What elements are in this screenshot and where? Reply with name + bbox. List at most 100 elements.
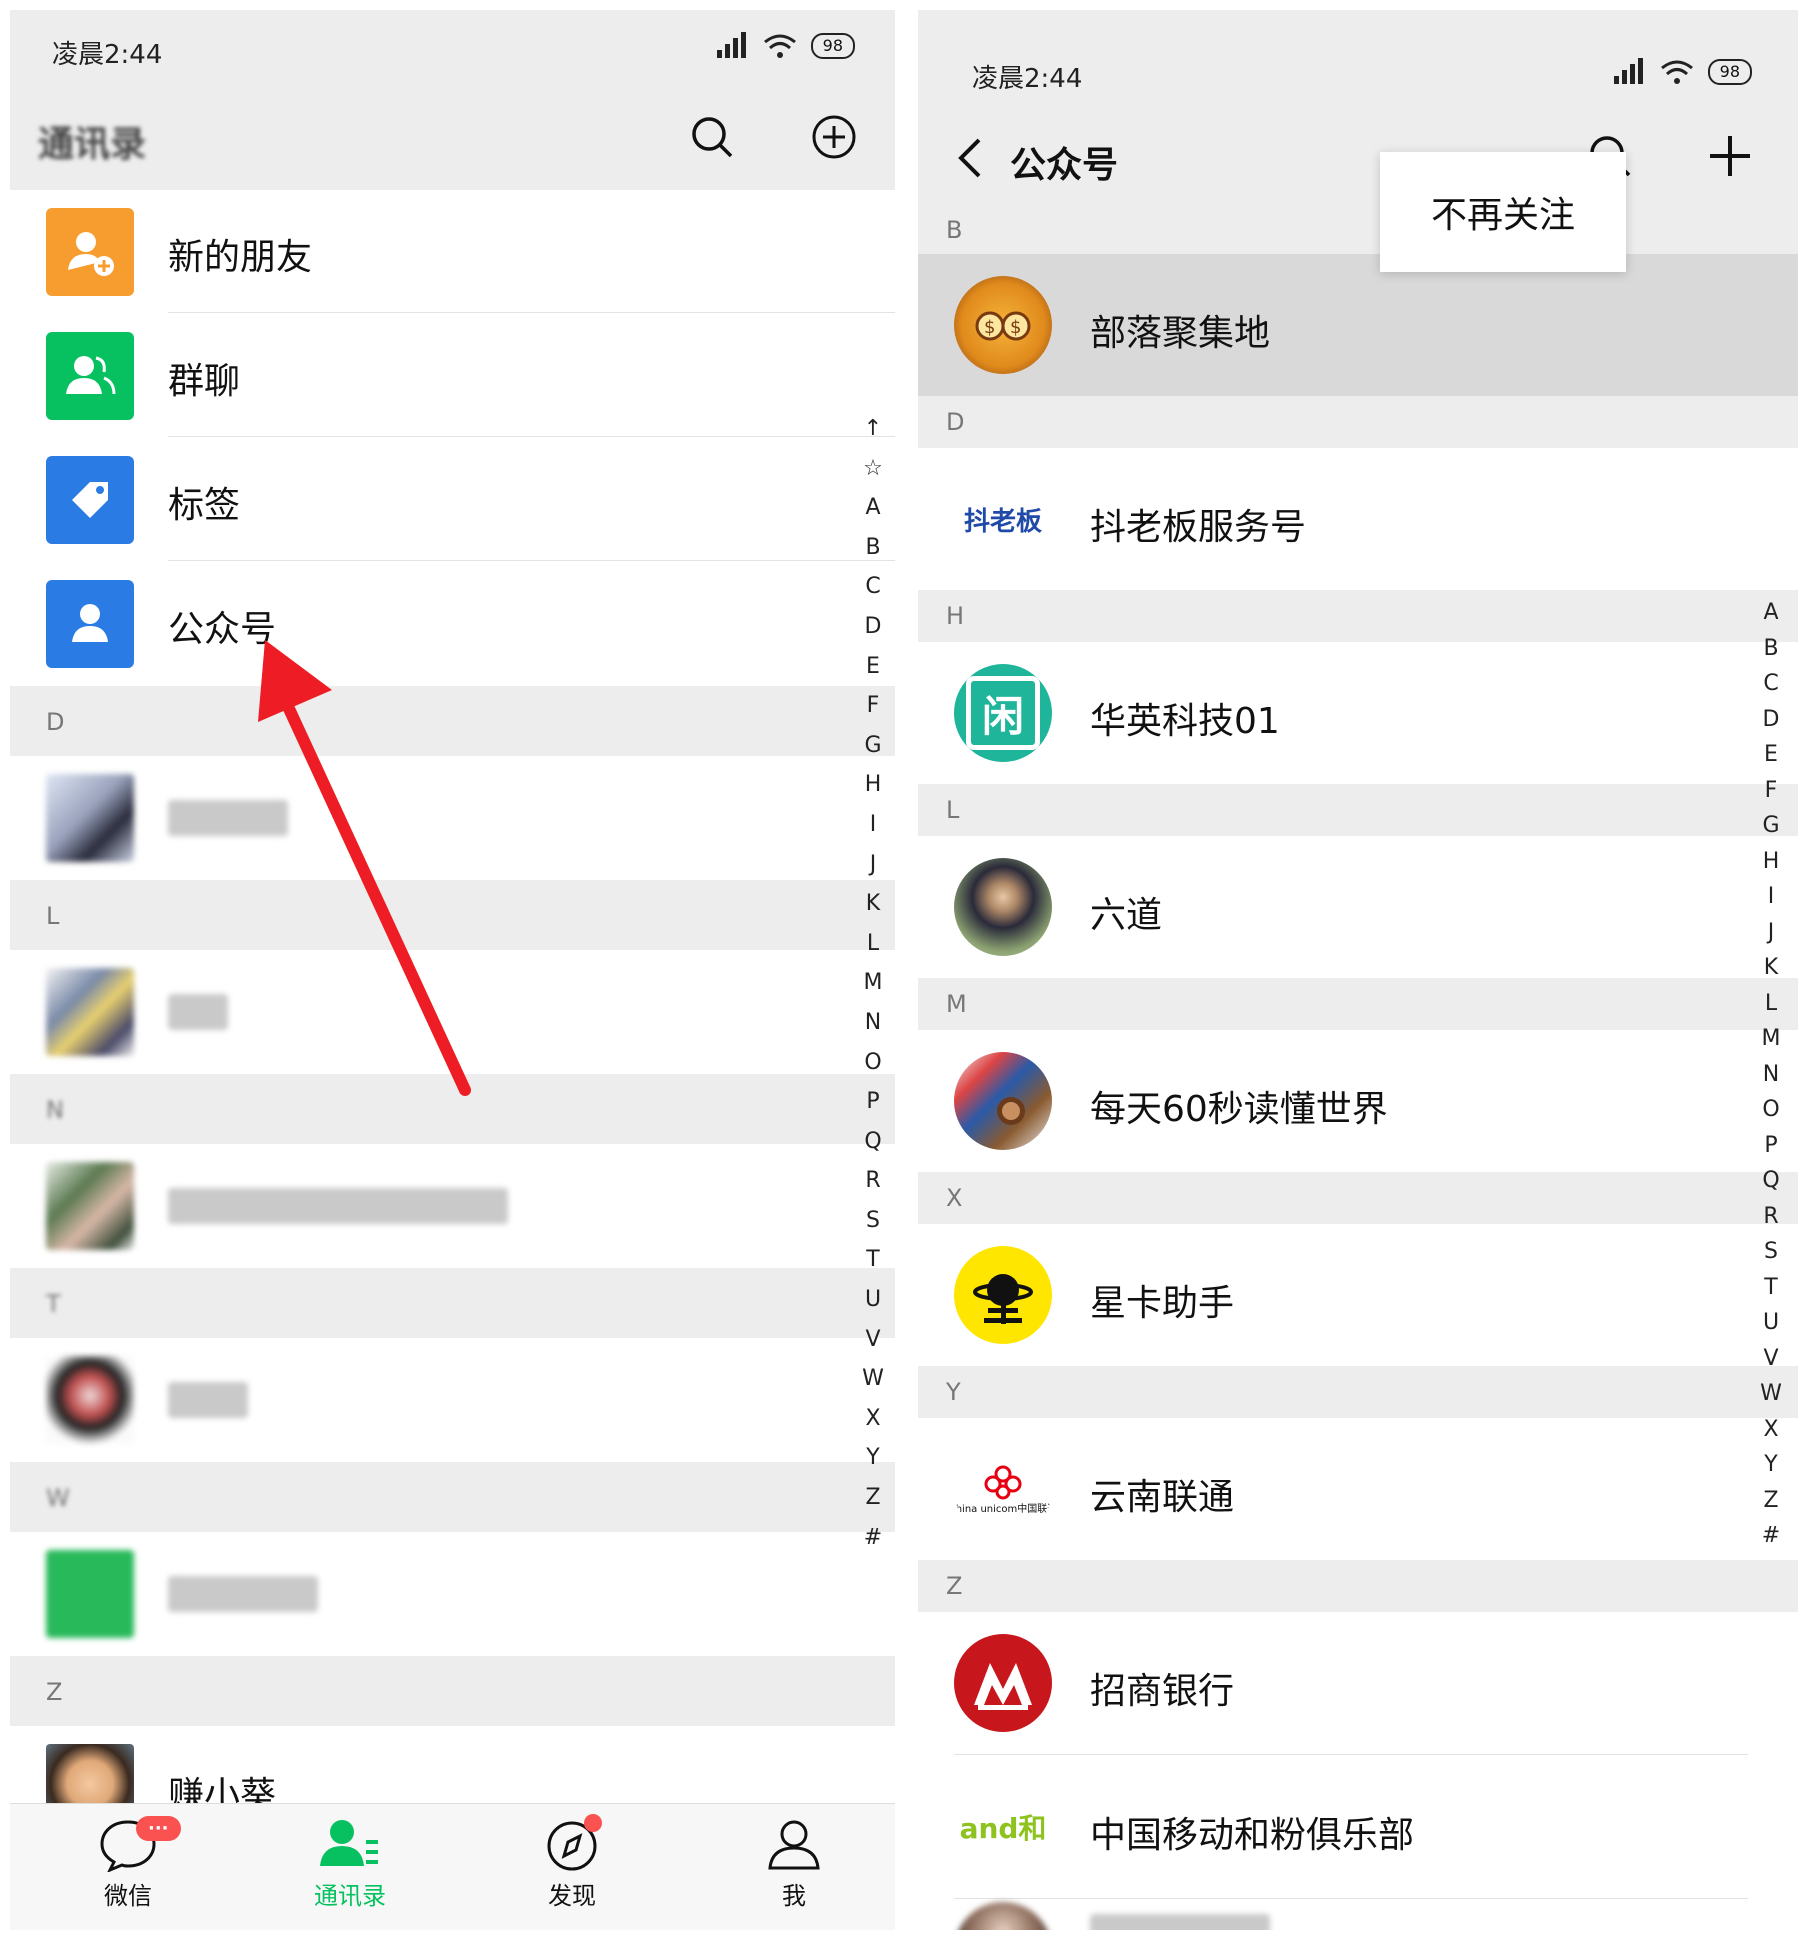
unfollow-menu-item[interactable]: 不再关注 [1380, 152, 1626, 272]
account-avatar: 闲 [954, 664, 1052, 762]
status-bar: 凌晨2:44 98 [918, 10, 1798, 110]
section-label: M [946, 990, 967, 1018]
avatar [46, 1356, 134, 1444]
index-letter[interactable]: V [1763, 1346, 1778, 1382]
index-letter[interactable]: U [865, 1287, 881, 1327]
account-name: 部落聚集地 [1090, 313, 1271, 354]
unicom-knot-icon [984, 1465, 1022, 1499]
index-letter[interactable]: Y [1764, 1452, 1777, 1488]
index-letter[interactable]: P [1764, 1133, 1777, 1169]
official-accounts-screen: 凌晨2:44 98 公众号 B $ $ 部落聚集地 D 抖老板 抖老板服务号 H… [918, 10, 1798, 1930]
section-header-h: H [918, 590, 1798, 642]
wifi-icon [1660, 60, 1693, 84]
account-avatar [954, 1052, 1052, 1150]
account-row[interactable]: China unicom中国联通 云南联通 [918, 1418, 1798, 1560]
index-letter[interactable]: T [1764, 1275, 1777, 1311]
divider [954, 1898, 1748, 1899]
account-avatar: and和 [954, 1778, 1052, 1876]
index-letter[interactable]: Z [865, 1485, 880, 1525]
account-avatar [954, 858, 1052, 956]
svg-text:$: $ [1010, 317, 1021, 338]
account-row[interactable] [918, 1900, 1798, 1930]
index-letter[interactable]: S [1764, 1239, 1778, 1275]
bank-logo-icon [974, 1663, 1032, 1710]
account-logo-text: China unicom中国联通 [954, 1503, 1052, 1515]
account-row[interactable]: and和 中国移动和粉俱乐部 [918, 1756, 1798, 1898]
add-icon[interactable] [1706, 132, 1754, 180]
index-letter[interactable]: Z [1763, 1488, 1778, 1524]
index-letter[interactable]: F [1765, 778, 1778, 814]
section-header-l: L [918, 784, 1798, 836]
account-row[interactable]: 星卡助手 [918, 1224, 1798, 1366]
index-letter[interactable]: N [1763, 1062, 1779, 1098]
section-label: T [46, 1290, 61, 1318]
account-row[interactable]: 六道 [918, 836, 1798, 978]
index-letter[interactable]: V [865, 1327, 880, 1367]
tab-label: 我 [782, 1882, 806, 1910]
alphabet-index[interactable]: A B C D E F G H I J K L M N O P Q R S T … [1756, 600, 1786, 1559]
index-letter[interactable]: D [1763, 707, 1780, 743]
index-letter[interactable]: Y [866, 1445, 879, 1485]
section-label: Z [946, 1572, 963, 1600]
tab-label: 发现 [548, 1882, 596, 1910]
contact-row[interactable] [10, 1532, 895, 1656]
index-letter[interactable]: G [1762, 813, 1779, 849]
person-icon [768, 1820, 820, 1870]
index-letter[interactable]: L [1765, 991, 1777, 1027]
section-header-z: Z [10, 1656, 895, 1726]
account-name: 抖老板服务号 [1090, 507, 1307, 548]
account-avatar [954, 1634, 1052, 1732]
index-letter[interactable]: E [1764, 742, 1778, 778]
tab-label: 通讯录 [314, 1882, 386, 1910]
tab-bar: 微信 ··· 通讯录 发现 我 [10, 1803, 895, 1930]
section-label: X [946, 1184, 963, 1212]
account-row-selected[interactable]: $ $ 部落聚集地 [918, 254, 1798, 396]
tab-me[interactable]: 我 [724, 1816, 864, 1911]
account-row[interactable]: 招商银行 [918, 1612, 1798, 1754]
index-letter[interactable]: # [1762, 1523, 1780, 1559]
account-logo-text: and和 [959, 1812, 1047, 1845]
index-letter[interactable]: X [865, 1406, 880, 1446]
back-icon[interactable] [946, 134, 994, 182]
index-letter[interactable]: J [1768, 920, 1775, 956]
signal-icon [1613, 58, 1643, 84]
avatar [46, 1550, 134, 1638]
section-label: D [946, 408, 965, 436]
index-letter[interactable]: W [1760, 1381, 1782, 1417]
status-icons: 98 [1610, 58, 1752, 86]
index-letter[interactable]: B [1763, 636, 1778, 672]
section-header-m: M [918, 978, 1798, 1030]
tab-contacts[interactable]: 通讯录 [280, 1816, 420, 1911]
index-letter[interactable]: I [1768, 884, 1775, 920]
account-row[interactable]: 每天60秒读懂世界 [918, 1030, 1798, 1172]
index-letter[interactable]: K [1764, 955, 1778, 991]
tab-label: 微信 [104, 1882, 152, 1910]
section-header-w: W [10, 1462, 895, 1532]
index-letter[interactable]: R [1763, 1204, 1778, 1240]
index-letter[interactable]: S [866, 1208, 880, 1248]
index-letter[interactable]: # [864, 1525, 882, 1565]
blurred-name [168, 1382, 248, 1418]
index-letter[interactable]: M [1762, 1026, 1781, 1062]
index-letter[interactable]: A [1763, 600, 1778, 636]
index-letter[interactable]: Q [1762, 1168, 1779, 1204]
contact-row[interactable] [10, 1338, 895, 1462]
index-letter[interactable]: W [862, 1366, 884, 1406]
index-letter[interactable]: U [1763, 1310, 1779, 1346]
blurred-name [1090, 1914, 1270, 1930]
account-row[interactable]: 抖老板 抖老板服务号 [918, 448, 1798, 590]
battery-indicator: 98 [1707, 59, 1752, 85]
account-name: 中国移动和粉俱乐部 [1090, 1815, 1415, 1856]
account-row[interactable]: 闲 华英科技01 [918, 642, 1798, 784]
account-name: 每天60秒读懂世界 [1090, 1089, 1388, 1130]
index-letter[interactable]: C [1763, 671, 1778, 707]
index-letter[interactable]: T [866, 1247, 879, 1287]
account-name: 招商银行 [1090, 1671, 1235, 1712]
section-header-t: T [10, 1268, 895, 1338]
section-header-b: B [918, 206, 1798, 254]
index-letter[interactable]: X [1763, 1417, 1778, 1453]
tab-discover[interactable]: 发现 [502, 1816, 642, 1911]
index-letter[interactable]: O [1762, 1097, 1779, 1133]
account-avatar [954, 1902, 1052, 1930]
index-letter[interactable]: H [1763, 849, 1780, 885]
